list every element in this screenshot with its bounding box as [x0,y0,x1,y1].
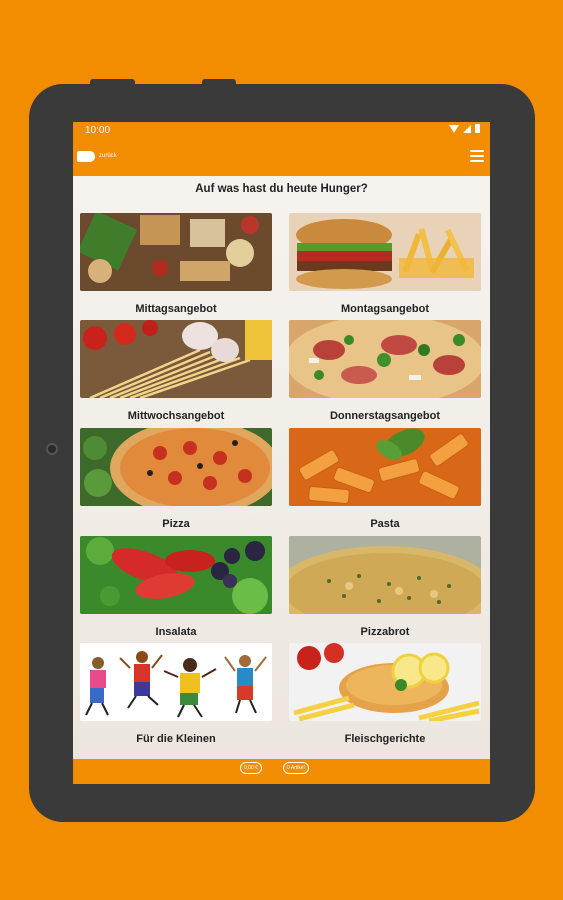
category-tile-fleischgerichte[interactable]: Fleischgerichte [289,643,481,745]
battery-icon [475,124,480,133]
category-label: Mittagsangebot [135,303,217,315]
category-tile-pizzabrot[interactable]: Pizzabrot [289,536,481,638]
category-image [289,320,481,398]
category-tile-pasta[interactable]: Pasta [289,428,481,530]
camera-icon [46,443,58,455]
category-label: Pizzabrot [360,626,410,638]
status-bar: 10:00 [73,122,490,140]
app-bar: zurück [73,140,490,176]
category-tile-mittagsangebot[interactable]: Mittagsangebot [80,213,272,315]
signal-icon [463,124,471,133]
category-label: Pizza [162,518,190,530]
category-label: Mittwochsangebot [127,410,225,422]
category-image [80,428,272,506]
category-grid: Auf was hast du heute Hunger? Mittagsang… [73,176,490,759]
category-tile-donnerstagsangebot[interactable]: Donnerstagsangebot [289,320,481,422]
category-image [80,643,272,721]
bottom-bar: 0,00 € 0 Artikel [73,759,490,784]
category-label: Montagsangebot [341,303,429,315]
app-screen: 10:00 zurück Auf was hast du heute Hunge… [73,122,490,784]
category-label: Pasta [370,518,400,530]
wifi-icon [449,124,459,133]
category-tile-insalata[interactable]: Insalata [80,536,272,638]
category-label: Fleischgerichte [344,733,426,745]
category-tile-montagsangebot[interactable]: Montagsangebot [289,213,481,315]
category-tile-mittwochsangebot[interactable]: Mittwochsangebot [80,320,272,422]
category-image [289,536,481,614]
status-time: 10:00 [85,125,111,136]
cart-badge[interactable]: 0 Artikel [283,762,309,774]
page-title: Auf was hast du heute Hunger? [195,183,368,195]
category-label: Donnerstagsangebot [329,410,440,422]
category-image [80,213,272,291]
category-image [289,428,481,506]
price-badge[interactable]: 0,00 € [240,762,262,774]
category-image [289,213,481,291]
category-image [80,536,272,614]
back-button[interactable] [77,151,95,162]
hamburger-menu-icon[interactable] [470,150,484,165]
back-label[interactable]: zurück [99,153,117,159]
category-image [289,643,481,721]
category-tile-fuer-die-kleinen[interactable]: Für die Kleinen [80,643,272,745]
status-icons [449,124,480,133]
category-label: Insalata [155,626,197,638]
category-image [80,320,272,398]
category-tile-pizza[interactable]: Pizza [80,428,272,530]
category-label: Für die Kleinen [136,733,216,745]
